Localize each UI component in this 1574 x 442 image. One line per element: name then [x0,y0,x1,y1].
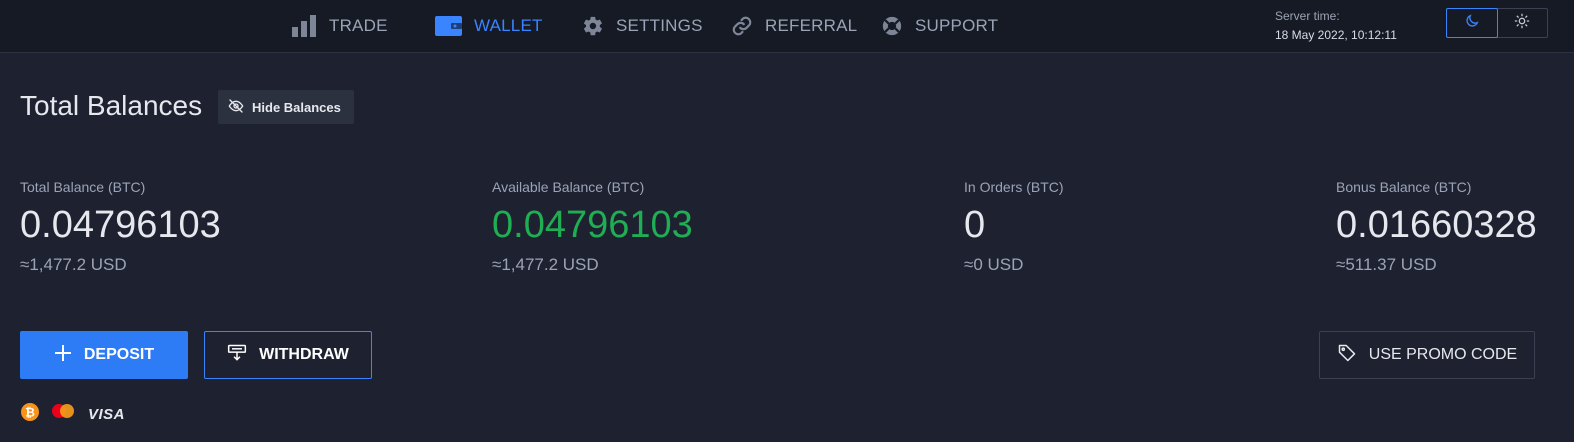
nav-label-support: SUPPORT [915,16,999,35]
balance-usd: ≈0 USD [964,255,1024,274]
balance-usd: ≈1,477.2 USD [20,255,127,274]
dark-theme-button[interactable] [1446,8,1498,38]
server-time: Server time: 18 May 2022, 10:12:11 [1275,8,1397,44]
gear-icon [582,15,604,37]
balance-amount: 0.04796103 [20,204,221,246]
link-icon [731,15,753,37]
balance-amount: 0 [964,204,986,246]
balance-amount: 0.04796103 [492,204,693,246]
balance-label: Available Balance (BTC) [492,179,645,195]
withdraw-button[interactable]: WITHDRAW [204,331,372,379]
visa-logo: VISA [88,406,126,423]
total-balance-card: Total Balance (BTC) 0.04796103 ≈1,477.2 … [20,179,221,275]
bar-chart-icon [292,15,317,37]
payment-methods: ₿ VISA [20,402,125,427]
nav-label-settings: SETTINGS [616,16,703,35]
lifebuoy-icon [881,15,903,37]
moon-icon [1464,13,1480,34]
balance-usd: ≈1,477.2 USD [492,255,599,274]
wallet-icon [435,16,462,36]
svg-text:₿: ₿ [25,406,35,420]
hide-balances-label: Hide Balances [252,99,341,115]
eye-off-icon [228,98,244,116]
server-time-label: Server time: [1275,9,1340,23]
balance-label: In Orders (BTC) [964,179,1064,195]
nav-item-support[interactable]: SUPPORT [881,0,998,52]
server-time-value: 18 May 2022, 10:12:11 [1275,28,1397,42]
light-theme-button[interactable] [1497,9,1547,37]
balance-amount: 0.01660328 [1336,204,1537,246]
nav-item-trade[interactable]: TRADE [292,0,388,52]
bonus-balance-card: Bonus Balance (BTC) 0.01660328 ≈511.37 U… [1336,179,1537,275]
nav-item-referral[interactable]: REFERRAL [731,0,857,52]
promo-label: USE PROMO CODE [1368,346,1518,363]
plus-icon [54,344,72,367]
nav-label-wallet: WALLET [474,16,543,35]
withdraw-label: WITHDRAW [259,346,349,363]
balance-usd: ≈511.37 USD [1336,255,1437,274]
deposit-button[interactable]: DEPOSIT [20,331,188,379]
hide-balances-button[interactable]: Hide Balances [218,90,354,124]
top-navigation-bar: TRADE WALLET SETTINGS REFERRAL SUPPORT S… [0,0,1574,53]
balance-label: Bonus Balance (BTC) [1336,179,1472,195]
withdraw-icon [227,343,247,368]
theme-toggle [1446,8,1548,38]
in-orders-balance-card: In Orders (BTC) 0 ≈0 USD [964,179,1064,275]
sun-icon [1514,13,1530,34]
mastercard-icon [50,403,76,426]
use-promo-code-button[interactable]: USE PROMO CODE [1319,331,1535,379]
tag-icon [1337,343,1357,368]
nav-label-referral: REFERRAL [765,16,858,35]
nav-item-settings[interactable]: SETTINGS [582,0,703,52]
deposit-label: DEPOSIT [83,346,155,363]
page-title: Total Balances [20,90,203,121]
available-balance-card: Available Balance (BTC) 0.04796103 ≈1,47… [492,179,693,275]
bitcoin-icon: ₿ [20,402,40,427]
nav-label-trade: TRADE [329,16,388,35]
balance-label: Total Balance (BTC) [20,179,146,195]
nav-item-wallet[interactable]: WALLET [435,0,543,52]
